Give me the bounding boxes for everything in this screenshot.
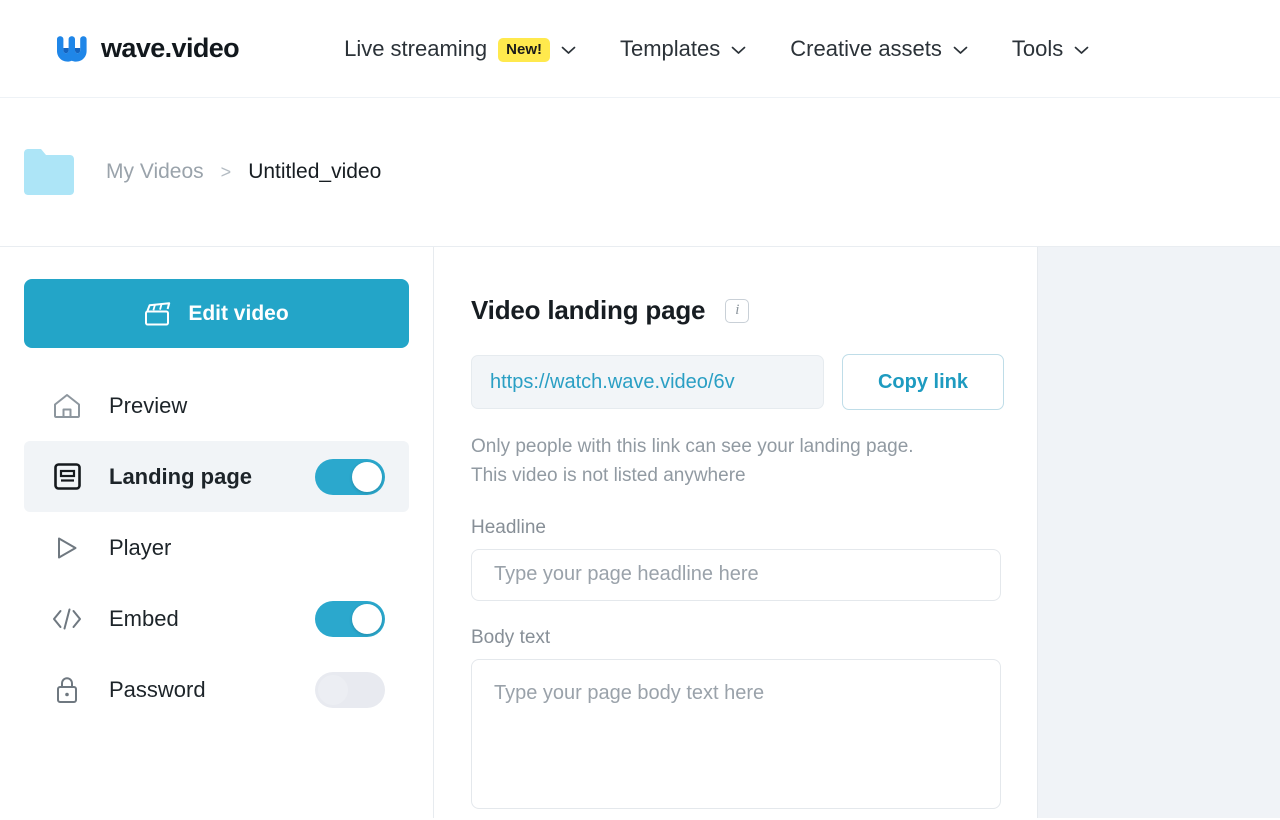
nav-item-creative-assets[interactable]: Creative assets bbox=[790, 36, 968, 62]
play-icon bbox=[52, 533, 82, 563]
privacy-note-line-1: Only people with this link can see your … bbox=[471, 436, 914, 457]
sidebar: Edit video Preview Landing page Player E… bbox=[0, 247, 434, 818]
nav-label-tools: Tools bbox=[1011, 35, 1064, 61]
headline-label: Headline bbox=[471, 516, 546, 538]
preview-rail bbox=[1037, 247, 1280, 818]
copy-link-button[interactable]: Copy link bbox=[842, 354, 1004, 410]
nav-item-templates[interactable]: Templates bbox=[620, 36, 746, 62]
new-badge: New! bbox=[498, 37, 550, 62]
sidebar-item-password[interactable]: Password bbox=[24, 654, 409, 725]
share-link-row: https://watch.wave.video/6v Copy link bbox=[471, 354, 1037, 410]
landing-page-url-field[interactable]: https://watch.wave.video/6v bbox=[471, 355, 824, 409]
chevron-down-icon bbox=[561, 46, 576, 54]
body-text-input[interactable] bbox=[471, 658, 1001, 809]
folder-icon bbox=[24, 149, 74, 195]
chevron-down-icon bbox=[953, 46, 968, 54]
sidebar-label-preview: Preview bbox=[109, 392, 188, 418]
privacy-note-line-2: This video is not listed anywhere bbox=[471, 465, 746, 487]
edit-video-label: Edit video bbox=[188, 301, 289, 325]
sidebar-item-embed[interactable]: Embed bbox=[24, 583, 409, 654]
password-toggle[interactable] bbox=[315, 671, 385, 708]
breadcrumb-parent[interactable]: My Videos bbox=[106, 160, 204, 184]
wave-w-logo-icon bbox=[57, 35, 87, 62]
breadcrumb-current: Untitled_video bbox=[248, 160, 382, 183]
sidebar-item-landing-page[interactable]: Landing page bbox=[24, 441, 409, 512]
landing-page-settings-panel: Video landing page i https://watch.wave.… bbox=[434, 247, 1037, 818]
clapperboard-icon bbox=[145, 301, 171, 325]
nav-label-templates: Templates bbox=[620, 35, 721, 61]
nav-label-live-streaming: Live streaming bbox=[344, 35, 488, 61]
breadcrumb-bar: My Videos > Untitled_video bbox=[0, 98, 1280, 247]
nav-label-creative-assets: Creative assets bbox=[790, 35, 942, 61]
brand-name: wave.video bbox=[101, 33, 240, 63]
panel-header: Video landing page i bbox=[471, 295, 1037, 326]
sidebar-item-player[interactable]: Player bbox=[24, 512, 409, 583]
sidebar-label-password: Password bbox=[109, 676, 206, 702]
nav-item-live-streaming[interactable]: Live streaming New! bbox=[344, 36, 576, 62]
lock-icon bbox=[52, 675, 82, 705]
sidebar-label-embed: Embed bbox=[109, 605, 179, 631]
breadcrumb-separator: > bbox=[220, 161, 232, 182]
body-text-label: Body text bbox=[471, 626, 551, 648]
brand-logo[interactable]: wave.video bbox=[55, 33, 240, 64]
headline-input[interactable] bbox=[471, 548, 1001, 601]
nav-item-tools[interactable]: Tools bbox=[1012, 36, 1089, 62]
edit-video-button[interactable]: Edit video bbox=[24, 279, 409, 348]
top-header: wave.video Live streaming New! Templates… bbox=[0, 0, 1280, 98]
breadcrumb: My Videos > Untitled_video bbox=[106, 160, 381, 184]
home-icon bbox=[52, 391, 82, 421]
code-icon bbox=[52, 604, 82, 634]
embed-toggle[interactable] bbox=[315, 600, 385, 637]
main-navigation: Live streaming New! Templates Creative a… bbox=[344, 36, 1089, 62]
content-area: Edit video Preview Landing page Player E… bbox=[0, 247, 1280, 818]
chevron-down-icon bbox=[731, 46, 746, 54]
sidebar-label-player: Player bbox=[109, 534, 172, 560]
sidebar-item-preview[interactable]: Preview bbox=[24, 370, 409, 441]
info-icon[interactable]: i bbox=[725, 298, 750, 323]
privacy-note: Only people with this link can see your … bbox=[471, 432, 1031, 491]
landing-page-toggle[interactable] bbox=[315, 458, 385, 495]
chevron-down-icon bbox=[1074, 46, 1089, 54]
landing-page-icon bbox=[52, 462, 82, 492]
sidebar-label-landing-page: Landing page bbox=[109, 463, 252, 489]
page-title: Video landing page bbox=[471, 295, 706, 325]
sidebar-menu: Preview Landing page Player Embed Passwo… bbox=[0, 370, 433, 725]
